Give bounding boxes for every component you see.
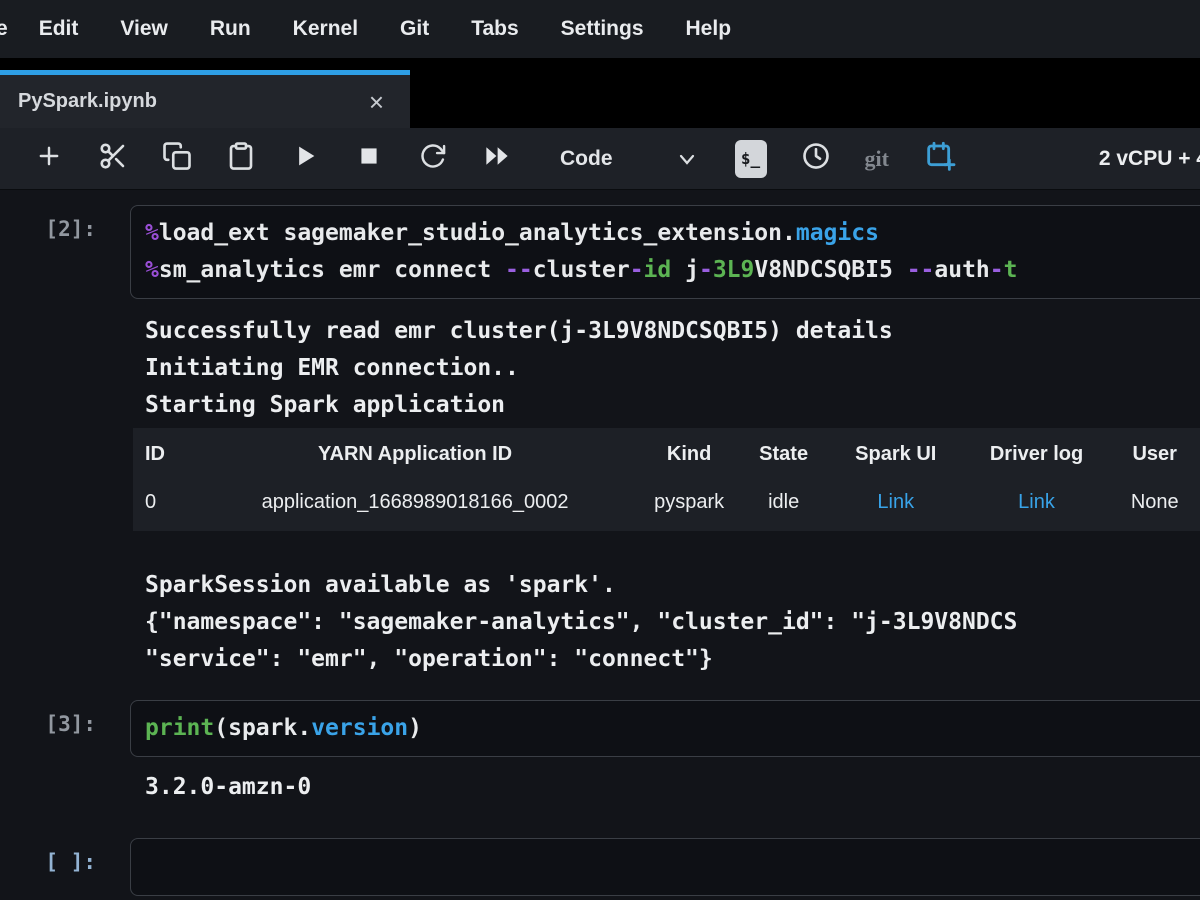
output-line: Initiating EMR connection.. [145, 350, 1200, 387]
cut-cells-button[interactable] [98, 143, 128, 175]
empty-code-cell: [ ]: [0, 838, 1200, 896]
cell-state: idle [739, 471, 827, 531]
driver-log-link[interactable]: Link [964, 471, 1110, 531]
col-header-yarn-application-id: YARN Application ID [191, 428, 639, 471]
tab-pyspark-notebook[interactable]: PySpark.ipynb × [0, 70, 410, 128]
col-header-state: State [739, 428, 827, 471]
menu-item-settings[interactable]: Settings [540, 17, 665, 41]
output-line: Successfully read emr cluster(j-3L9V8NDC… [145, 313, 1200, 350]
tab-bar: PySpark.ipynb × [0, 70, 1200, 128]
menu-item-help[interactable]: Help [665, 17, 753, 41]
cell-kind: pyspark [639, 471, 740, 531]
menu-item-git[interactable]: Git [379, 17, 450, 41]
session-history-button[interactable] [801, 143, 831, 175]
menu-item-tabs[interactable]: Tabs [450, 17, 539, 41]
paste-cells-button[interactable] [226, 143, 256, 175]
jupyterlab-app: e Edit View Run Kernel Git Tabs Settings… [0, 0, 1200, 900]
col-header-spark-ui: Spark UI [828, 428, 964, 471]
code-line: print(spark.version) [145, 710, 1200, 747]
cell-2-output-session: SparkSession available as 'spark'. {"nam… [130, 553, 1200, 678]
menu-bar: e Edit View Run Kernel Git Tabs Settings… [0, 0, 1200, 58]
code-line: %sm_analytics emr connect --cluster-id j… [145, 252, 1200, 289]
restart-run-all-button[interactable] [482, 143, 512, 175]
menu-item-view[interactable]: View [99, 17, 188, 41]
copy-cells-button[interactable] [162, 143, 192, 175]
terminal-icon[interactable]: $_ [735, 140, 767, 178]
kernel-instance-button[interactable]: 2 vCPU + 4 [1099, 147, 1200, 171]
table-row: 0 application_1668989018166_0002 pyspark… [133, 471, 1200, 531]
code-line: %load_ext sagemaker_studio_analytics_ext… [145, 215, 1200, 252]
output-line: Starting Spark application [145, 387, 1200, 424]
notebook-toolbar: Code $_ git 2 vCPU + 4 [0, 128, 1200, 190]
restart-icon [419, 142, 447, 175]
output-line: {"namespace": "sagemaker-analytics", "cl… [145, 604, 1200, 641]
cell-user: None [1109, 471, 1200, 531]
col-header-driver-log: Driver log [964, 428, 1110, 471]
clipboard-icon [226, 141, 256, 176]
calendar-plus-icon [924, 140, 956, 177]
spark-ui-link[interactable]: Link [828, 471, 964, 531]
stop-kernel-button[interactable] [354, 143, 384, 175]
output-line: "service": "emr", "operation": "connect"… [145, 641, 1200, 678]
col-header-id: ID [133, 428, 191, 471]
menubar-divider [0, 58, 1200, 70]
chevron-down-icon [675, 147, 699, 171]
spark-application-table: ID YARN Application ID Kind State Spark … [133, 428, 1200, 531]
restart-kernel-button[interactable] [418, 143, 448, 175]
cell-2-editor[interactable]: %load_ext sagemaker_studio_analytics_ext… [130, 205, 1200, 299]
cell-3-output: 3.2.0-amzn-0 [130, 757, 1200, 806]
stop-icon [355, 142, 383, 175]
git-icon[interactable]: git [865, 146, 889, 172]
copy-icon [162, 141, 192, 176]
menu-item-run[interactable]: Run [189, 17, 272, 41]
menu-item-file-partial[interactable]: e [0, 17, 18, 41]
menu-item-kernel[interactable]: Kernel [272, 17, 379, 41]
run-cell-button[interactable] [290, 143, 320, 175]
cell-2-output-stream: Successfully read emr cluster(j-3L9V8NDC… [130, 299, 1200, 424]
empty-cell-editor[interactable] [130, 838, 1200, 896]
table-header-row: ID YARN Application ID Kind State Spark … [133, 428, 1200, 471]
cell-3-prompt: [3]: [0, 700, 130, 757]
code-cell-3: [3]: print(spark.version) [0, 700, 1200, 757]
tab-title: PySpark.ipynb [18, 90, 361, 113]
add-cell-button[interactable] [34, 143, 64, 175]
cell-yarn-application-id: application_1668989018166_0002 [191, 471, 639, 531]
close-icon[interactable]: × [361, 89, 392, 115]
cell-id: 0 [133, 471, 191, 531]
cell-2-prompt: [2]: [0, 205, 130, 299]
empty-cell-prompt: [ ]: [0, 838, 130, 896]
cell-type-dropdown[interactable]: Code [560, 147, 735, 171]
notebook-panel: [2]: %load_ext sagemaker_studio_analytic… [0, 190, 1200, 900]
col-header-kind: Kind [639, 428, 740, 471]
create-schedule-button[interactable] [925, 143, 955, 175]
cell-type-label: Code [560, 147, 613, 171]
scissors-icon [98, 141, 128, 176]
play-icon [291, 142, 319, 175]
plus-icon [35, 142, 63, 175]
output-line: SparkSession available as 'spark'. [145, 567, 1200, 604]
code-cell-2: [2]: %load_ext sagemaker_studio_analytic… [0, 205, 1200, 299]
col-header-user: User [1109, 428, 1200, 471]
cell-3-editor[interactable]: print(spark.version) [130, 700, 1200, 757]
fast-forward-icon [482, 141, 512, 176]
clock-icon [801, 141, 831, 176]
output-line: 3.2.0-amzn-0 [145, 769, 1200, 806]
menu-item-edit[interactable]: Edit [18, 17, 100, 41]
